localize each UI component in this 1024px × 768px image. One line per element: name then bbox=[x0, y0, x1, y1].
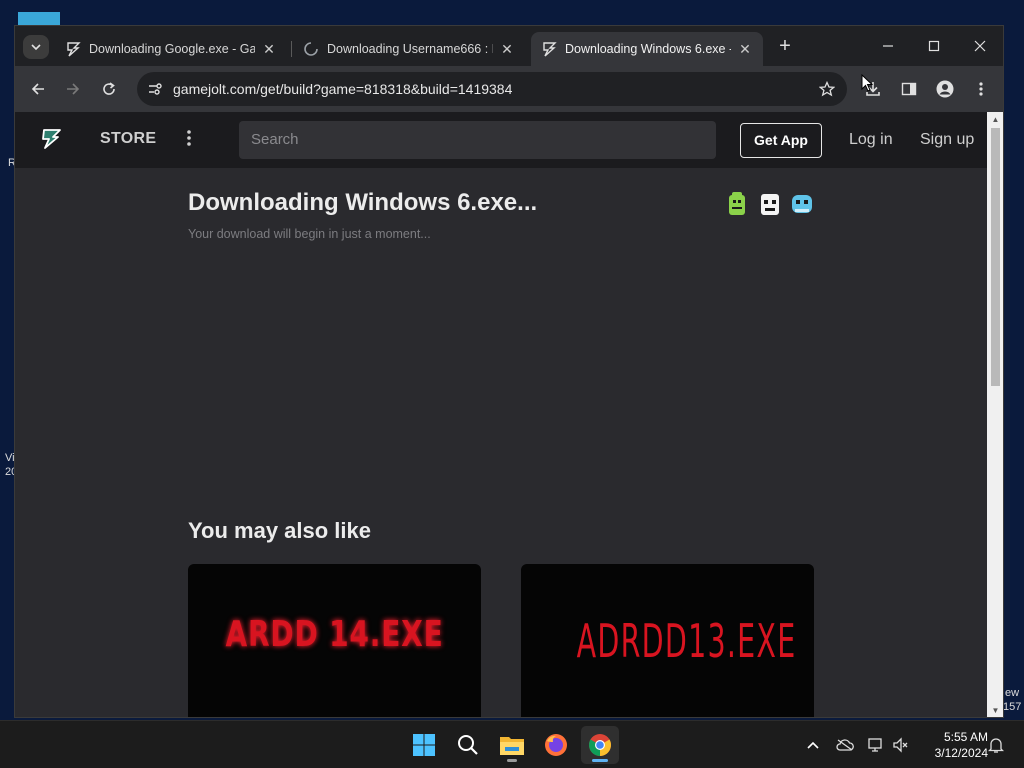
taskbar: 5:55 AM 3/12/2024 bbox=[0, 720, 1024, 768]
site-search-input[interactable]: Search bbox=[239, 121, 716, 159]
bell-icon bbox=[988, 738, 1004, 753]
minimize-icon bbox=[883, 45, 893, 47]
game-card-art-text: ARDD 14.EXE bbox=[225, 614, 444, 655]
tab-google-exe[interactable]: Downloading Google.exe - Gam ✕ bbox=[55, 32, 287, 66]
desktop-icon-fragment[interactable] bbox=[18, 12, 60, 26]
tab-windows6-active[interactable]: Downloading Windows 6.exe - ( ✕ bbox=[531, 32, 763, 66]
minimize-button[interactable] bbox=[873, 34, 903, 58]
show-hidden-icons-button[interactable] bbox=[803, 735, 823, 755]
close-window-button[interactable] bbox=[965, 34, 995, 58]
close-icon bbox=[974, 40, 986, 52]
game-card[interactable]: ADRDD13.EXE bbox=[521, 564, 814, 717]
site-header: STORE Search Get App Log in Sign up bbox=[15, 112, 987, 168]
recommendations-heading: You may also like bbox=[188, 518, 372, 543]
network-icon bbox=[868, 738, 882, 752]
scroll-down-icon[interactable]: ▼ bbox=[991, 706, 1000, 715]
search-icon bbox=[458, 735, 478, 755]
chrome-button[interactable] bbox=[581, 726, 619, 764]
system-clock[interactable]: 5:55 AM 3/12/2024 bbox=[918, 729, 988, 761]
chevron-down-icon bbox=[31, 44, 41, 51]
download-title: Downloading Windows 6.exe... bbox=[188, 189, 538, 216]
profile-button[interactable] bbox=[933, 77, 957, 101]
side-panel-icon bbox=[901, 82, 917, 96]
tab-title: Downloading Username666 : In bbox=[327, 42, 493, 56]
web-page: STORE Search Get App Log in Sign up Down… bbox=[15, 112, 987, 717]
reload-icon bbox=[103, 82, 115, 95]
start-button[interactable] bbox=[405, 726, 443, 764]
clock-date: 3/12/2024 bbox=[934, 746, 988, 760]
gamejolt-logo-icon[interactable] bbox=[40, 128, 62, 150]
store-link[interactable]: STORE bbox=[100, 130, 156, 148]
mouse-cursor-icon bbox=[861, 74, 874, 92]
scroll-up-icon[interactable]: ▲ bbox=[991, 115, 1000, 124]
chrome-icon bbox=[589, 734, 611, 756]
search-button[interactable] bbox=[449, 726, 487, 764]
tab-strip: Downloading Google.exe - Gam ✕ Downloadi… bbox=[15, 26, 1003, 66]
notifications-button[interactable] bbox=[986, 735, 1006, 755]
reload-button[interactable] bbox=[96, 76, 122, 102]
forward-button[interactable] bbox=[60, 76, 86, 102]
back-button[interactable] bbox=[25, 76, 51, 102]
maximize-icon bbox=[928, 40, 940, 52]
bookmark-star-icon[interactable] bbox=[819, 81, 835, 97]
gamejolt-icon bbox=[67, 42, 81, 57]
cloud-offline-icon bbox=[836, 739, 854, 751]
arrow-left-icon bbox=[31, 83, 44, 95]
chevron-up-icon bbox=[807, 741, 819, 749]
site-info-icon[interactable] bbox=[147, 81, 163, 97]
browser-toolbar: gamejolt.com/get/build?game=818318&build… bbox=[15, 66, 1003, 112]
firefox-button[interactable] bbox=[537, 726, 575, 764]
page-scrollbar[interactable]: ▲ ▼ bbox=[987, 112, 1003, 717]
login-link[interactable]: Log in bbox=[849, 131, 893, 149]
volume-tray[interactable] bbox=[891, 735, 911, 755]
running-indicator bbox=[507, 759, 517, 762]
get-app-button[interactable]: Get App bbox=[740, 123, 822, 158]
network-tray[interactable] bbox=[866, 735, 886, 755]
gamejolt-icon bbox=[543, 42, 557, 57]
firefox-icon bbox=[545, 734, 567, 756]
game-card-art-text: ADRDD13.EXE bbox=[576, 614, 797, 668]
file-explorer-button[interactable] bbox=[493, 726, 531, 764]
windows-logo-icon bbox=[413, 734, 435, 756]
close-tab-icon[interactable]: ✕ bbox=[499, 41, 515, 58]
arrow-right-icon bbox=[67, 83, 80, 95]
new-tab-button[interactable]: + bbox=[775, 36, 795, 56]
profile-avatar-icon bbox=[936, 80, 954, 98]
browser-window: Downloading Google.exe - Gam ✕ Downloadi… bbox=[14, 25, 1004, 718]
browser-menu-button[interactable] bbox=[969, 77, 993, 101]
loading-spinner-icon bbox=[304, 42, 318, 56]
url-text[interactable]: gamejolt.com/get/build?game=818318&build… bbox=[173, 81, 512, 97]
desktop-text-fragment: ew bbox=[1005, 687, 1020, 699]
onedrive-tray[interactable] bbox=[835, 735, 855, 755]
maximize-button[interactable] bbox=[919, 34, 949, 58]
folder-icon bbox=[500, 737, 524, 755]
mascot-sprites-image bbox=[729, 192, 812, 215]
tab-username666[interactable]: Downloading Username666 : In ✕ bbox=[293, 32, 525, 66]
more-menu-icon[interactable] bbox=[183, 128, 195, 148]
game-card[interactable]: ARDD 14.EXE bbox=[188, 564, 481, 717]
close-tab-icon[interactable]: ✕ bbox=[261, 41, 277, 58]
desktop-text-fragment: 157 bbox=[1003, 701, 1022, 713]
tab-separator bbox=[291, 41, 292, 57]
tab-title: Downloading Windows 6.exe - ( bbox=[565, 42, 731, 56]
signup-link[interactable]: Sign up bbox=[920, 131, 974, 149]
close-tab-icon[interactable]: ✕ bbox=[737, 41, 753, 58]
tab-search-button[interactable] bbox=[23, 35, 49, 59]
clock-time: 5:55 AM bbox=[943, 730, 988, 744]
volume-muted-icon bbox=[893, 737, 908, 753]
kebab-menu-icon bbox=[979, 82, 983, 96]
tab-title: Downloading Google.exe - Gam bbox=[89, 42, 255, 56]
download-subtitle: Your download will begin in just a momen… bbox=[188, 227, 431, 241]
scrollbar-thumb[interactable] bbox=[991, 128, 1000, 386]
side-panel-button[interactable] bbox=[897, 77, 921, 101]
active-indicator bbox=[592, 759, 608, 762]
address-bar[interactable]: gamejolt.com/get/build?game=818318&build… bbox=[137, 72, 847, 106]
